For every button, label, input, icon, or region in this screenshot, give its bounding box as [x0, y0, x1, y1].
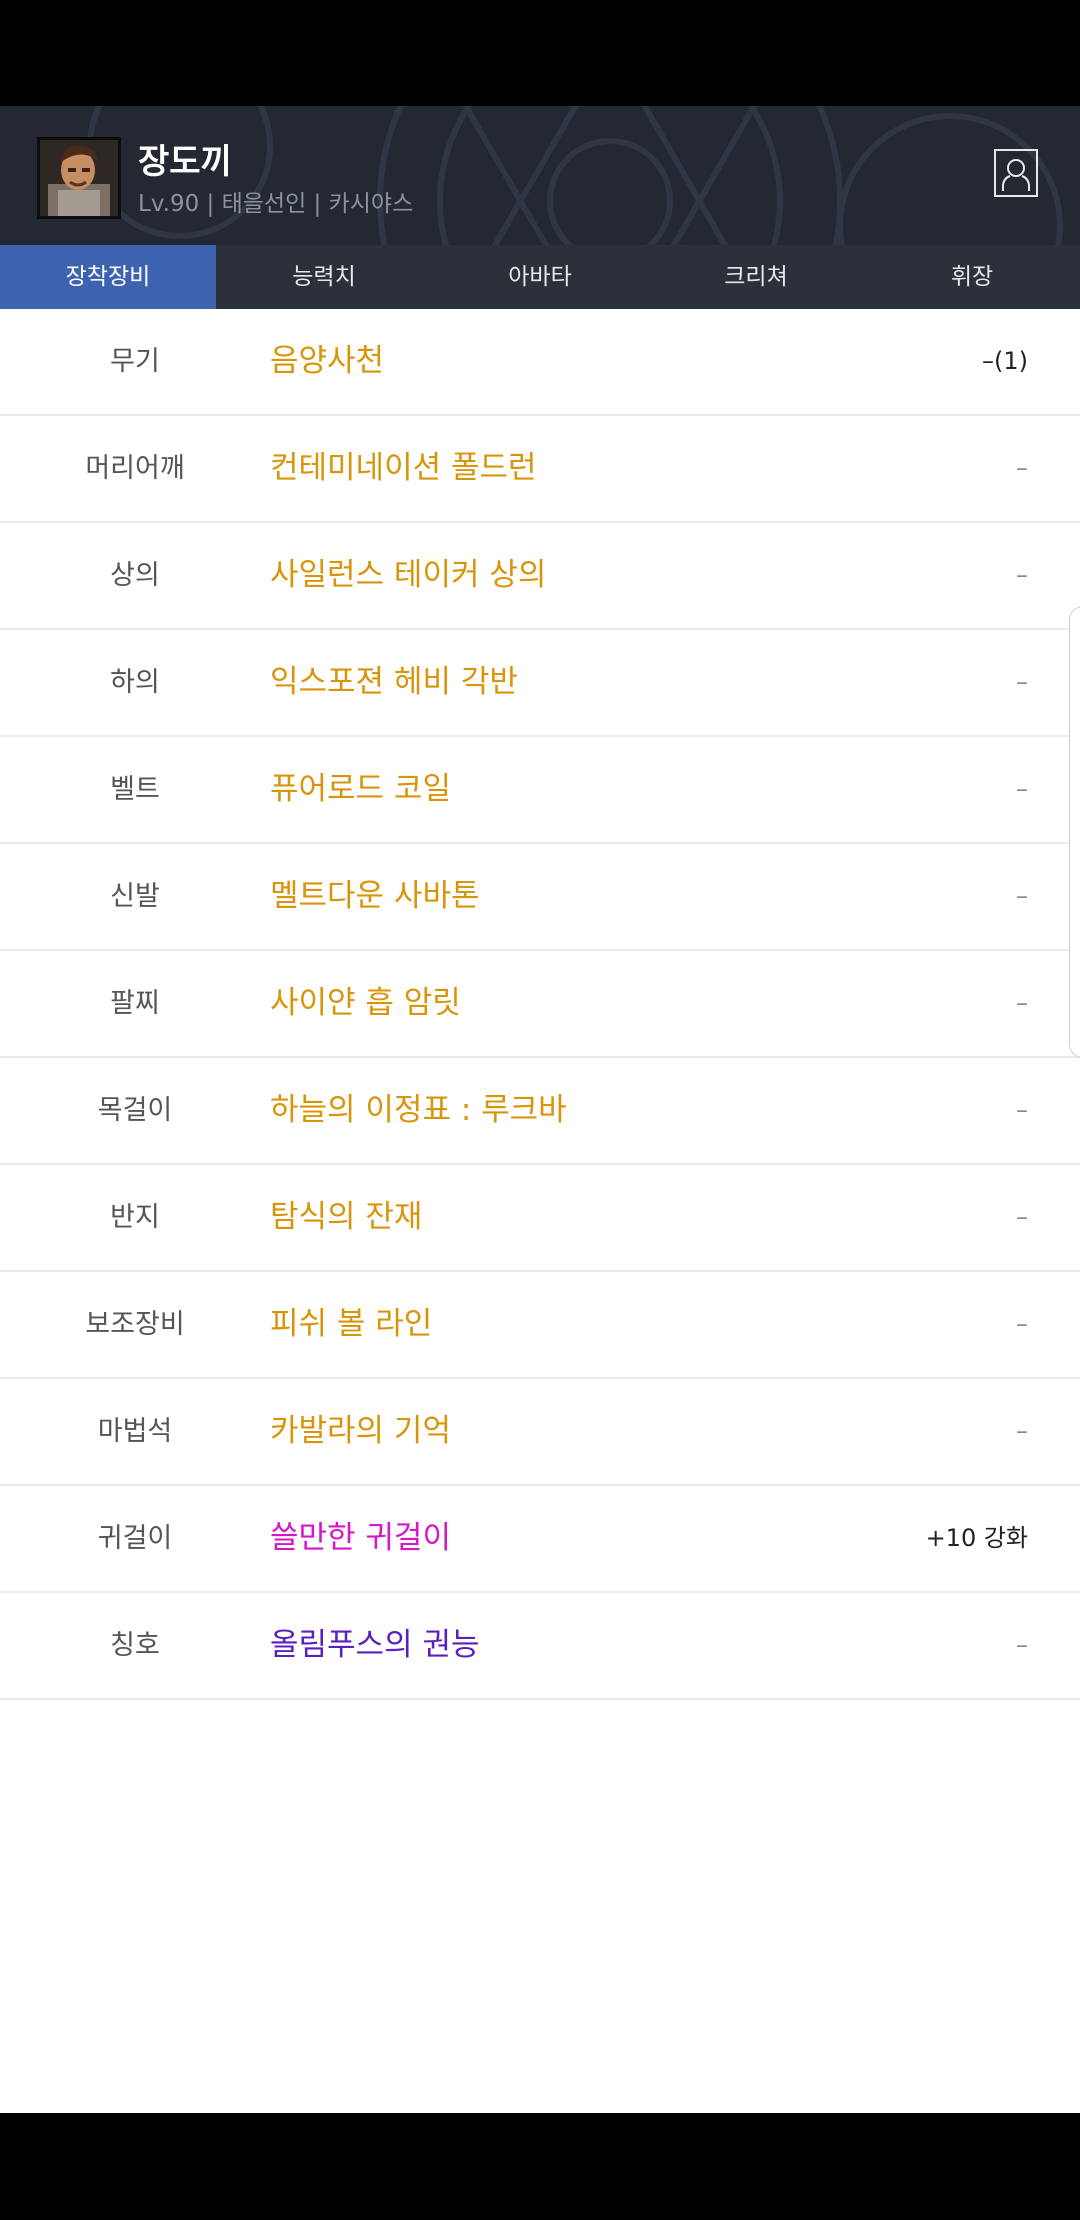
equipment-list: 무기 음양사천 –(1) 머리어깨 컨테미네이션 폴드런 – 상의 사일런스 테이커 상의 – 하…	[0, 309, 1080, 1700]
slot-label: 상의	[110, 560, 160, 591]
equipment-row[interactable]: 하의 익스포젼 헤비 각반 –	[0, 630, 1080, 737]
equipment-row[interactable]: 마법석 카발라의 기억 –	[0, 1379, 1080, 1486]
character-avatar[interactable]	[37, 137, 121, 219]
equipment-row[interactable]: 무기 음양사천 –(1)	[0, 309, 1080, 416]
slot-label: 귀걸이	[97, 1523, 173, 1554]
item-enhancement: –	[1016, 1631, 1028, 1659]
item-enhancement: –	[1016, 1203, 1028, 1231]
item-enhancement: –	[1016, 454, 1028, 482]
slot-label: 벨트	[110, 774, 160, 805]
character-name: 장도끼	[138, 142, 232, 182]
equipment-row[interactable]: 신발 멜트다운 사바톤 –	[0, 844, 1080, 951]
slot-label: 무기	[110, 346, 160, 377]
item-name[interactable]: 퓨어로드 코일	[270, 737, 451, 842]
item-name[interactable]: 컨테미네이션 폴드런	[270, 416, 537, 521]
item-name[interactable]: 피쉬 볼 라인	[270, 1272, 432, 1377]
item-name[interactable]: 탐식의 잔재	[270, 1165, 422, 1270]
equipment-row[interactable]: 귀걸이 쓸만한 귀걸이 +10 강화	[0, 1486, 1080, 1593]
slot-label: 보조장비	[85, 1309, 185, 1340]
item-enhancement: –(1)	[982, 347, 1028, 375]
item-enhancement: +10 강화	[925, 1524, 1028, 1552]
equipment-row[interactable]: 머리어깨 컨테미네이션 폴드런 –	[0, 416, 1080, 523]
tab-creature[interactable]: 크리쳐	[648, 245, 864, 309]
item-name[interactable]: 음양사천	[270, 309, 384, 414]
equipment-row[interactable]: 상의 사일런스 테이커 상의 –	[0, 523, 1080, 630]
item-enhancement: –	[1016, 775, 1028, 803]
tab-bar: 장착장비 능력치 아바타 크리쳐 휘장	[0, 245, 1080, 309]
tab-avatar[interactable]: 아바타	[432, 245, 648, 309]
slot-label: 마법석	[97, 1416, 173, 1447]
equipment-row[interactable]: 팔찌 사이얀 흡 암릿 –	[0, 951, 1080, 1058]
item-enhancement: –	[1016, 668, 1028, 696]
slot-label: 칭호	[110, 1630, 160, 1661]
equipment-row[interactable]: 칭호 올림푸스의 권능 –	[0, 1593, 1080, 1700]
item-enhancement: –	[1016, 561, 1028, 589]
item-name[interactable]: 멜트다운 사바톤	[270, 844, 480, 949]
character-info: Lv.90 | 태을선인 | 카시야스	[138, 191, 414, 217]
tab-equipment[interactable]: 장착장비	[0, 245, 216, 309]
slot-label: 반지	[110, 1202, 160, 1233]
item-enhancement: –	[1016, 1417, 1028, 1445]
item-name[interactable]: 쓸만한 귀걸이	[270, 1486, 451, 1591]
equipment-row[interactable]: 보조장비 피쉬 볼 라인 –	[0, 1272, 1080, 1379]
item-enhancement: –	[1016, 882, 1028, 910]
item-name[interactable]: 익스포젼 헤비 각반	[270, 630, 518, 735]
item-enhancement: –	[1016, 989, 1028, 1017]
equipment-row[interactable]: 벨트 퓨어로드 코일 –	[0, 737, 1080, 844]
slot-label: 신발	[110, 881, 160, 912]
person-icon	[1002, 159, 1030, 191]
equipment-row[interactable]: 목걸이 하늘의 이정표 : 루크바 –	[0, 1058, 1080, 1165]
equipment-row[interactable]: 반지 탐식의 잔재 –	[0, 1165, 1080, 1272]
slot-label: 머리어깨	[85, 453, 185, 484]
item-name[interactable]: 사일런스 테이커 상의	[270, 523, 546, 628]
tab-emblem[interactable]: 휘장	[864, 245, 1080, 309]
item-name[interactable]: 사이얀 흡 암릿	[270, 951, 461, 1056]
profile-button[interactable]	[994, 149, 1038, 197]
item-enhancement: –	[1016, 1096, 1028, 1124]
app-screen: 장도끼 Lv.90 | 태을선인 | 카시야스 장착장비 능력치 아바타 크리쳐…	[0, 106, 1080, 2113]
item-name[interactable]: 올림푸스의 권능	[270, 1593, 480, 1698]
item-name[interactable]: 카발라의 기억	[270, 1379, 451, 1484]
slot-label: 팔찌	[110, 988, 160, 1019]
item-enhancement: –	[1016, 1310, 1028, 1338]
item-name[interactable]: 하늘의 이정표 : 루크바	[270, 1058, 567, 1163]
navigation-bar	[0, 2113, 1080, 2220]
status-bar	[0, 0, 1080, 106]
tab-stats[interactable]: 능력치	[216, 245, 432, 309]
slot-label: 하의	[110, 667, 160, 698]
slot-label: 목걸이	[97, 1095, 173, 1126]
edge-panel-handle[interactable]	[1069, 606, 1080, 1058]
character-header: 장도끼 Lv.90 | 태을선인 | 카시야스	[0, 106, 1080, 245]
